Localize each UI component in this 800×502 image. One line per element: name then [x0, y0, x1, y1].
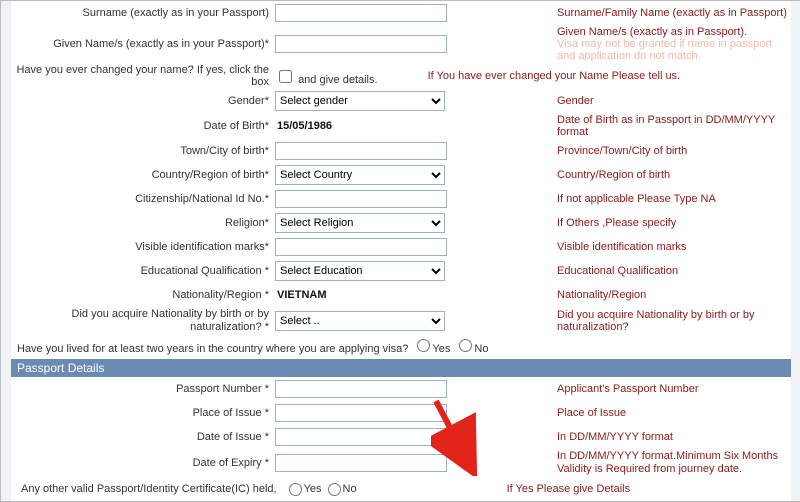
gender-label: Gender*	[11, 95, 275, 107]
nid-label: Citizenship/National Id No.*	[11, 193, 275, 205]
doe-label: Date of Expiry *	[11, 457, 275, 469]
edu-hint: Educational Qualification	[447, 265, 791, 277]
religion-hint: If Others ,Please specify	[447, 217, 791, 229]
given-hint: Given Name/s (exactly as in Passport). V…	[447, 26, 791, 62]
religion-label: Religion*	[11, 217, 275, 229]
nat-value: VIETNAM	[275, 289, 327, 301]
passnum-input[interactable]	[275, 380, 447, 398]
country-hint: Country/Region of birth	[447, 169, 791, 181]
town-label: Town/City of birth*	[11, 145, 275, 157]
country-label: Country/Region of birth*	[11, 169, 275, 181]
dob-value: 15/05/1986	[275, 120, 332, 132]
lived-row: Have you lived for at least two years in…	[11, 335, 791, 359]
other-q: Any other valid Passport/Identity Certif…	[11, 483, 283, 495]
edu-label: Educational Qualification *	[11, 265, 275, 277]
doe-input[interactable]	[275, 454, 447, 472]
changed-checkbox[interactable]	[279, 70, 292, 83]
acq-hint: Did you acquire Nationality by birth or …	[447, 309, 791, 333]
doi-hint: In DD/MM/YYYY format	[447, 431, 791, 443]
passnum-hint: Applicant's Passport Number	[447, 383, 791, 395]
doe-hint: In DD/MM/YYYY format.Minimum Six Months …	[447, 450, 791, 476]
town-input[interactable]	[275, 142, 447, 160]
country-select[interactable]: Select Country	[275, 165, 445, 185]
passnum-label: Passport Number *	[11, 383, 275, 395]
other-no-radio[interactable]	[328, 483, 341, 496]
dob-hint: Date of Birth as in Passport in DD/MM/YY…	[447, 114, 791, 138]
town-hint: Province/Town/City of birth	[447, 145, 791, 157]
nat-hint: Nationality/Region	[447, 289, 791, 301]
gender-hint: Gender	[447, 95, 791, 107]
nid-hint: If not applicable Please Type NA	[447, 193, 791, 205]
gender-select[interactable]: Select gender	[275, 91, 445, 111]
lived-no-radio[interactable]	[459, 339, 472, 352]
religion-select[interactable]: Select Religion	[275, 213, 445, 233]
marks-input[interactable]	[275, 238, 447, 256]
nat-label: Nationality/Region *	[11, 289, 275, 301]
surname-label: Surname (exactly as in your Passport)	[11, 7, 275, 19]
other-hint: If Yes Please give Details	[357, 483, 791, 495]
dob-label: Date of Birth*	[11, 120, 275, 132]
doi-input[interactable]	[275, 428, 447, 446]
lived-yes-radio[interactable]	[417, 339, 430, 352]
poi-label: Place of Issue *	[11, 407, 275, 419]
poi-hint: Place of Issue	[447, 407, 791, 419]
edu-select[interactable]: Select Education	[275, 261, 445, 281]
marks-label: Visible identification marks*	[11, 241, 275, 253]
surname-input[interactable]	[275, 4, 447, 22]
acq-select[interactable]: Select ..	[275, 311, 445, 331]
app-window: Surname (exactly as in your Passport) Su…	[0, 0, 800, 502]
changed-hint: If You have ever changed your Name Pleas…	[378, 70, 791, 82]
other-yes-radio[interactable]	[289, 483, 302, 496]
surname-hint: Surname/Family Name (exactly as in Passp…	[447, 7, 791, 19]
changed-q: Have you ever changed your name? If yes,…	[11, 64, 275, 88]
given-label: Given Name/s (exactly as in your Passpor…	[11, 38, 275, 50]
passport-section-header: Passport Details	[11, 359, 791, 377]
nid-input[interactable]	[275, 190, 447, 208]
acq-label: Did you acquire Nationality by birth or …	[11, 308, 275, 334]
poi-input[interactable]	[275, 404, 447, 422]
doi-label: Date of Issue *	[11, 431, 275, 443]
marks-hint: Visible identification marks	[447, 241, 791, 253]
changed-after: and give details.	[298, 74, 378, 86]
given-input[interactable]	[275, 35, 447, 53]
